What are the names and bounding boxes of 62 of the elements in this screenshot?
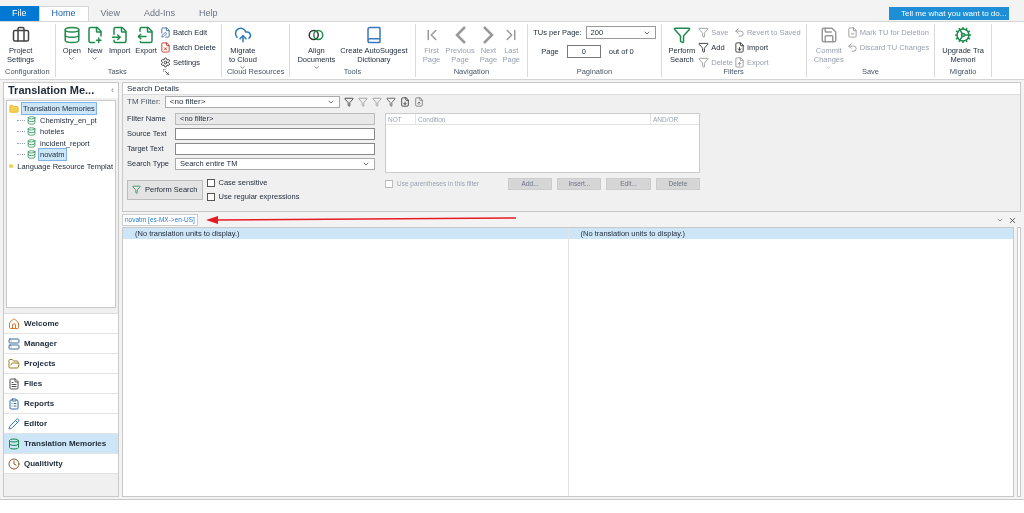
file-up-icon[interactable] bbox=[413, 97, 424, 107]
filter-icon bbox=[672, 26, 691, 44]
file-down-icon bbox=[733, 42, 745, 53]
database-icon bbox=[27, 127, 36, 137]
section-title: Search Details bbox=[123, 83, 1020, 94]
filter-icon[interactable] bbox=[385, 97, 396, 107]
filter-icon bbox=[698, 27, 710, 38]
text-field[interactable] bbox=[175, 128, 375, 140]
file-export-icon bbox=[137, 26, 156, 44]
clock-icon bbox=[8, 457, 20, 470]
checkbox[interactable] bbox=[206, 178, 215, 187]
folder-icon bbox=[8, 357, 20, 370]
report-icon bbox=[8, 397, 20, 410]
briefcase-icon bbox=[11, 26, 30, 44]
folder-icon bbox=[9, 103, 19, 114]
database-icon bbox=[62, 26, 81, 44]
file-plus-icon bbox=[86, 26, 104, 44]
ribbon-tab[interactable]: View bbox=[88, 6, 132, 21]
undo-icon bbox=[846, 42, 858, 53]
filter-icon bbox=[698, 57, 710, 68]
database-icon bbox=[27, 150, 36, 160]
book-icon bbox=[364, 26, 383, 44]
house-icon bbox=[8, 317, 20, 330]
chevron-left-icon bbox=[454, 26, 466, 44]
caret-icon bbox=[326, 98, 335, 106]
ribbon-tab[interactable]: Add-Ins bbox=[131, 6, 187, 21]
gear-icon bbox=[954, 26, 973, 44]
undo-icon bbox=[733, 27, 745, 38]
server-icon bbox=[8, 337, 20, 350]
ribbon-tab[interactable]: Help bbox=[186, 6, 230, 21]
tm-filter-combo[interactable]: <no filter> bbox=[164, 96, 340, 108]
caret-icon bbox=[362, 160, 370, 168]
close-icon[interactable] bbox=[1008, 215, 1017, 225]
database-icon bbox=[8, 437, 20, 450]
dropdown-icon[interactable] bbox=[996, 216, 1004, 224]
chevron-right-icon bbox=[482, 26, 494, 44]
dialog-launcher-icon[interactable] bbox=[162, 69, 169, 75]
file-minus-icon bbox=[846, 27, 858, 38]
pencil-icon bbox=[8, 417, 20, 430]
filter-icon[interactable] bbox=[343, 97, 354, 107]
filter-icon bbox=[132, 185, 141, 195]
file-down-icon[interactable] bbox=[399, 97, 410, 107]
settings-icon bbox=[159, 57, 171, 68]
cloud-upload-icon bbox=[233, 26, 252, 44]
database-icon bbox=[27, 138, 36, 148]
text-field[interactable] bbox=[175, 143, 375, 155]
file-x-icon bbox=[159, 42, 171, 53]
database-icon bbox=[27, 115, 36, 125]
file-tab[interactable]: File bbox=[0, 6, 39, 21]
file-pen-icon bbox=[159, 27, 171, 38]
checkbox[interactable] bbox=[206, 192, 215, 201]
panel-title: Translation Me... bbox=[8, 83, 95, 99]
ribbon-tab[interactable]: Home bbox=[38, 6, 89, 21]
document-icon bbox=[8, 377, 20, 390]
collapse-button[interactable]: ‹ bbox=[111, 83, 114, 98]
file-import-icon bbox=[110, 26, 129, 44]
save-icon bbox=[819, 26, 838, 44]
nav-item[interactable]: Translation Memories bbox=[4, 434, 118, 454]
field-label: TM Filter: bbox=[127, 96, 161, 108]
filter-icon bbox=[698, 42, 710, 53]
tell-me-box[interactable]: Tell me what you want to do... bbox=[889, 7, 1009, 20]
file-up-icon bbox=[733, 57, 745, 68]
